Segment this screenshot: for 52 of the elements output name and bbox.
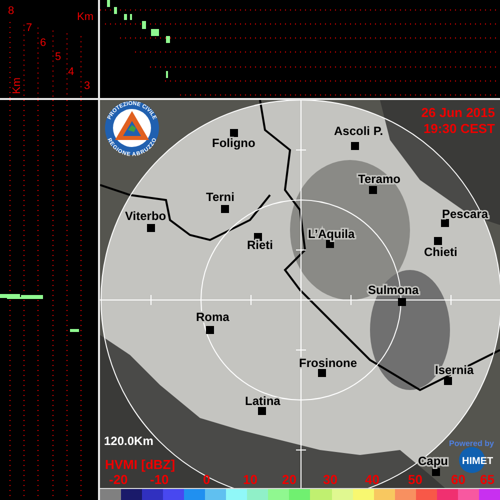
scale-label: -20 [109, 472, 128, 487]
city-marker [147, 224, 155, 232]
city-label: Roma [196, 310, 230, 324]
city-label: L’Aquila [308, 227, 355, 241]
date-label: 26 Jun 2015 [421, 105, 495, 120]
city-label: Ascoli P. [334, 124, 384, 138]
city-marker [432, 468, 440, 476]
city-marker [221, 205, 229, 213]
scale-label: 40 [365, 472, 380, 487]
scale-label: 20 [282, 472, 296, 487]
range-label: 120.0Km [104, 434, 154, 448]
city-marker [258, 407, 266, 415]
city-label: Terni [206, 190, 234, 204]
powered-by-label: Powered by [449, 439, 494, 448]
city-marker [444, 377, 452, 385]
city-label: Teramo [358, 172, 400, 186]
height-label: 5 [55, 51, 62, 63]
unit-label: Km [11, 78, 23, 94]
city-label: Foligno [212, 136, 256, 150]
height-label: 4 [68, 66, 74, 78]
scale-label: 65 [480, 472, 494, 487]
city-marker [206, 326, 214, 334]
city-marker [318, 369, 326, 377]
city-label: Frosinone [299, 356, 358, 370]
city-marker [434, 237, 442, 245]
scale-label: 30 [323, 472, 338, 487]
city-marker [254, 233, 262, 241]
unit-label: Km [77, 11, 94, 23]
city-marker [230, 129, 238, 137]
height-label: 6 [40, 37, 46, 49]
brand-label: HIMET [462, 456, 494, 467]
scale-label: 60 [451, 472, 466, 487]
city-marker [326, 240, 334, 248]
height-label: 3 [84, 80, 90, 92]
scale-label: 50 [408, 472, 422, 487]
city-marker [398, 298, 406, 306]
city-label: Viterbo [125, 209, 166, 223]
scale-label: -10 [150, 472, 169, 487]
city-marker [351, 142, 359, 150]
city-marker [369, 186, 377, 194]
city-label: Chieti [424, 245, 458, 259]
city-label: Latina [245, 394, 280, 408]
city-label: Rieti [247, 238, 274, 252]
scale-label: 0 [203, 472, 210, 487]
city-marker [441, 219, 449, 227]
height-label: 8 [8, 5, 14, 17]
product-label: HVMI [dBZ] [105, 457, 176, 472]
scale-label: 10 [243, 472, 258, 487]
height-label: 7 [26, 22, 32, 34]
city-label: Capu [418, 454, 448, 468]
time-label: 19:30 CEST [423, 121, 495, 136]
emblem-icon [105, 101, 159, 155]
